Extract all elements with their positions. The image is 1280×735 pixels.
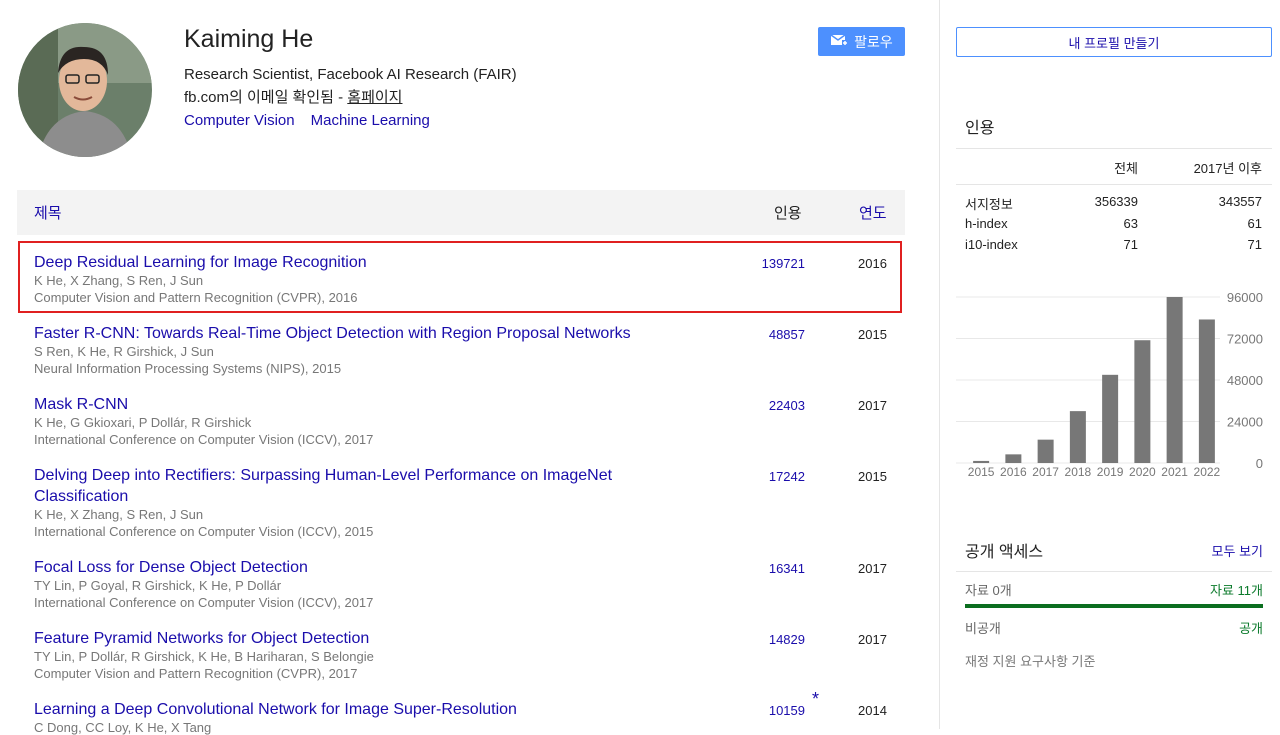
article-authors: TY Lin, P Goyal, R Girshick, K He, P Dol… bbox=[34, 578, 282, 593]
article-authors: S Ren, K He, R Girshick, J Sun bbox=[34, 344, 214, 359]
article-cited-count[interactable]: 48857 bbox=[769, 327, 805, 342]
stats-row: 서지정보 356339 343557 bbox=[956, 194, 1272, 214]
article-authors: K He, X Zhang, S Ren, J Sun bbox=[34, 507, 204, 522]
chart-bar[interactable] bbox=[973, 460, 990, 463]
oa-unavailable-count[interactable]: 자료 0개 bbox=[965, 580, 1012, 599]
profile-name: Kaiming He bbox=[184, 25, 314, 53]
article-cited-count[interactable]: 10159 bbox=[769, 703, 805, 718]
article-authors: K He, G Gkioxari, P Dollár, R Girshick bbox=[34, 415, 252, 430]
article-year: 2014 bbox=[858, 703, 887, 718]
create-profile-button[interactable]: 내 프로필 만들기 bbox=[956, 27, 1272, 57]
divider bbox=[956, 148, 1272, 149]
article-authors: TY Lin, P Dollár, R Girshick, K He, B Ha… bbox=[34, 649, 374, 664]
article-title[interactable]: Feature Pyramid Networks for Object Dete… bbox=[34, 628, 674, 649]
chart-y-tick-label: 24000 bbox=[1227, 415, 1263, 430]
article-cited-count[interactable]: 14829 bbox=[769, 632, 805, 647]
article-year: 2017 bbox=[858, 398, 887, 413]
divider bbox=[956, 184, 1272, 185]
article-venue: Neural Information Processing Systems (N… bbox=[34, 361, 342, 376]
oa-available-count[interactable]: 자료 11개 bbox=[1210, 580, 1263, 599]
profile-avatar bbox=[18, 23, 152, 157]
chart-bar[interactable] bbox=[1134, 340, 1151, 463]
chart-y-tick-label: 48000 bbox=[1227, 373, 1263, 388]
profile-affiliation: Research Scientist, Facebook AI Research… bbox=[184, 66, 517, 83]
article-title[interactable]: Mask R-CNN bbox=[34, 394, 674, 415]
follow-button[interactable]: 팔로우 bbox=[818, 27, 905, 56]
chart-x-tick-label: 2015 bbox=[968, 465, 995, 479]
sort-by-cited[interactable]: 인용 bbox=[774, 202, 802, 223]
homepage-link[interactable]: 홈페이지 bbox=[347, 89, 402, 106]
open-access-progress-bar bbox=[965, 604, 1263, 608]
chart-bar[interactable] bbox=[1037, 439, 1054, 463]
research-interests: Computer Vision Machine Learning bbox=[184, 112, 446, 129]
chart-y-tick-label: 96000 bbox=[1227, 290, 1263, 305]
profile-email-line: fb.com의 이메일 확인됨 - 홈페이지 bbox=[184, 86, 402, 107]
article-authors: C Dong, CC Loy, K He, X Tang bbox=[34, 720, 212, 735]
stats-all-value: 63 bbox=[1123, 216, 1138, 231]
oa-funding-note: 재정 지원 요구사항 기준 bbox=[965, 654, 1096, 669]
article-title[interactable]: Faster R-CNN: Towards Real-Time Object D… bbox=[34, 323, 714, 344]
chart-x-tick-label: 2021 bbox=[1161, 465, 1188, 479]
stats-col-all: 전체 bbox=[1114, 161, 1138, 176]
article-venue: International Conference on Computer Vis… bbox=[34, 524, 374, 539]
article-venue: International Conference on Computer Vis… bbox=[34, 432, 374, 447]
chart-x-tick-label: 2017 bbox=[1032, 465, 1059, 479]
article-title[interactable]: Focal Loss for Dense Object Detection bbox=[34, 557, 674, 578]
article-title[interactable]: Learning a Deep Convolutional Network fo… bbox=[34, 699, 674, 720]
sort-by-title[interactable]: 제목 bbox=[34, 202, 62, 223]
article-year: 2017 bbox=[858, 632, 887, 647]
stats-row: h-index 63 61 bbox=[956, 216, 1272, 236]
article-year: 2015 bbox=[858, 469, 887, 484]
stats-label[interactable]: h-index bbox=[965, 216, 1008, 231]
chart-x-tick-label: 2020 bbox=[1129, 465, 1156, 479]
mail-plus-icon bbox=[830, 33, 849, 50]
stats-all-value: 356339 bbox=[1094, 194, 1138, 209]
divider bbox=[956, 571, 1272, 572]
open-access-view-all[interactable]: 모두 보기 bbox=[1212, 541, 1263, 560]
chart-x-tick-label: 2022 bbox=[1194, 465, 1221, 479]
article-cited-count[interactable]: 22403 bbox=[769, 398, 805, 413]
chart-x-tick-label: 2016 bbox=[1000, 465, 1027, 479]
column-divider bbox=[939, 0, 940, 729]
chart-x-tick-label: 2018 bbox=[1065, 465, 1092, 479]
chart-bar[interactable] bbox=[1166, 297, 1183, 463]
article-venue: Computer Vision and Pattern Recognition … bbox=[34, 666, 358, 681]
article-year: 2015 bbox=[858, 327, 887, 342]
email-verified-text: fb.com의 이메일 확인됨 - bbox=[184, 89, 348, 106]
interest-link[interactable]: Machine Learning bbox=[311, 112, 430, 129]
stats-since-value: 71 bbox=[1247, 237, 1262, 252]
chart-x-tick-label: 2019 bbox=[1097, 465, 1124, 479]
stats-col-since: 2017년 이후 bbox=[1193, 161, 1262, 176]
article-cited-count[interactable]: 16341 bbox=[769, 561, 805, 576]
article-year: 2017 bbox=[858, 561, 887, 576]
selected-row-outline bbox=[18, 241, 902, 313]
open-access-heading: 공개 액세스 bbox=[965, 544, 1044, 561]
stats-since-value: 343557 bbox=[1218, 194, 1262, 209]
citations-per-year-chart: 96000 72000 48000 24000 0 2015 2016 2017 2018 201… bbox=[956, 290, 1263, 479]
chart-bar[interactable] bbox=[1102, 374, 1119, 463]
oa-private-label: 비공개 bbox=[965, 621, 1001, 636]
article-title[interactable]: Delving Deep into Rectifiers: Surpassing… bbox=[34, 465, 664, 507]
article-cited-count[interactable]: 17242 bbox=[769, 469, 805, 484]
cited-by-heading: 인용 bbox=[965, 120, 995, 137]
follow-label: 팔로우 bbox=[854, 33, 893, 50]
stats-label[interactable]: 서지정보 bbox=[965, 194, 1013, 213]
chart-y-tick-label: 0 bbox=[1256, 456, 1263, 471]
chart-bar[interactable] bbox=[1005, 454, 1022, 463]
stats-all-value: 71 bbox=[1123, 237, 1138, 252]
article-venue: International Conference on Computer Vis… bbox=[34, 595, 374, 610]
stats-row: i10-index 71 71 bbox=[956, 237, 1272, 257]
interest-link[interactable]: Computer Vision bbox=[184, 112, 295, 129]
oa-public-label: 공개 bbox=[1239, 621, 1263, 636]
chart-bar[interactable] bbox=[1198, 319, 1215, 463]
sort-by-year[interactable]: 연도 bbox=[859, 202, 887, 223]
chart-y-tick-label: 72000 bbox=[1227, 332, 1263, 347]
stats-since-value: 61 bbox=[1247, 216, 1262, 231]
chart-bar[interactable] bbox=[1069, 411, 1086, 463]
articles-table-header bbox=[17, 190, 905, 235]
merged-citations-star[interactable]: * bbox=[812, 689, 819, 710]
stats-label[interactable]: i10-index bbox=[965, 237, 1018, 252]
